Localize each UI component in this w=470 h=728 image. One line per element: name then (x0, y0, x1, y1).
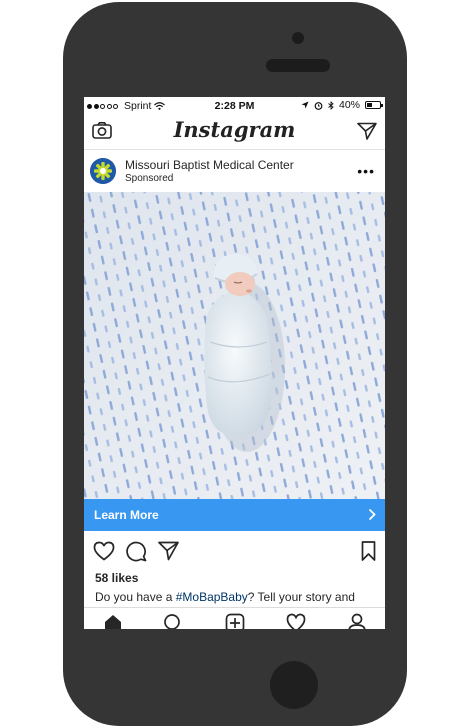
like-count[interactable]: 58 likes (95, 571, 138, 585)
front-camera (292, 32, 304, 44)
alarm-icon (314, 101, 323, 110)
account-avatar[interactable] (90, 158, 116, 184)
caption-text: Do you have a (95, 590, 176, 604)
caption-hashtag[interactable]: #MoBapBaby (176, 590, 248, 604)
battery-icon (365, 101, 383, 109)
like-heart-icon[interactable] (93, 541, 115, 561)
status-bar: Sprint 2:28 PM 40% (84, 97, 385, 115)
app-logo: Instagram (173, 117, 296, 142)
bluetooth-icon (328, 100, 334, 110)
chevron-right-icon (368, 508, 376, 521)
search-icon[interactable] (163, 613, 183, 629)
caption-text-end: ? Tell your story and (247, 590, 355, 604)
earpiece-speaker (266, 59, 330, 72)
post-caption: Do you have a #MoBapBaby? Tell your stor… (95, 590, 355, 604)
bookmark-icon[interactable] (361, 541, 376, 561)
learn-more-button[interactable]: Learn More (84, 499, 385, 531)
battery-level (367, 103, 372, 107)
hospital-logo-icon (90, 158, 116, 184)
cta-label: Learn More (94, 508, 159, 522)
sponsored-label: Sponsored (125, 173, 174, 184)
post-header: Missouri Baptist Medical Center Sponsore… (84, 150, 385, 192)
phone-screen: Sprint 2:28 PM 40% Instagram Missouri Ba… (84, 97, 385, 629)
post-actions (84, 537, 385, 567)
app-header: Instagram (84, 115, 385, 150)
share-icon[interactable] (158, 541, 179, 561)
account-name[interactable]: Missouri Baptist Medical Center (125, 158, 294, 172)
more-options-icon[interactable]: ••• (357, 164, 375, 178)
bottom-tab-bar (84, 607, 385, 629)
comment-icon[interactable] (126, 541, 147, 562)
battery-percent: 40% (338, 99, 360, 111)
home-icon[interactable] (103, 613, 123, 629)
profile-icon[interactable] (347, 613, 367, 629)
post-photo[interactable] (84, 192, 385, 499)
activity-icon[interactable] (286, 613, 306, 629)
home-button[interactable] (270, 661, 318, 709)
direct-send-icon[interactable] (357, 122, 377, 140)
location-arrow-icon (301, 101, 309, 109)
add-post-icon[interactable] (225, 613, 245, 629)
